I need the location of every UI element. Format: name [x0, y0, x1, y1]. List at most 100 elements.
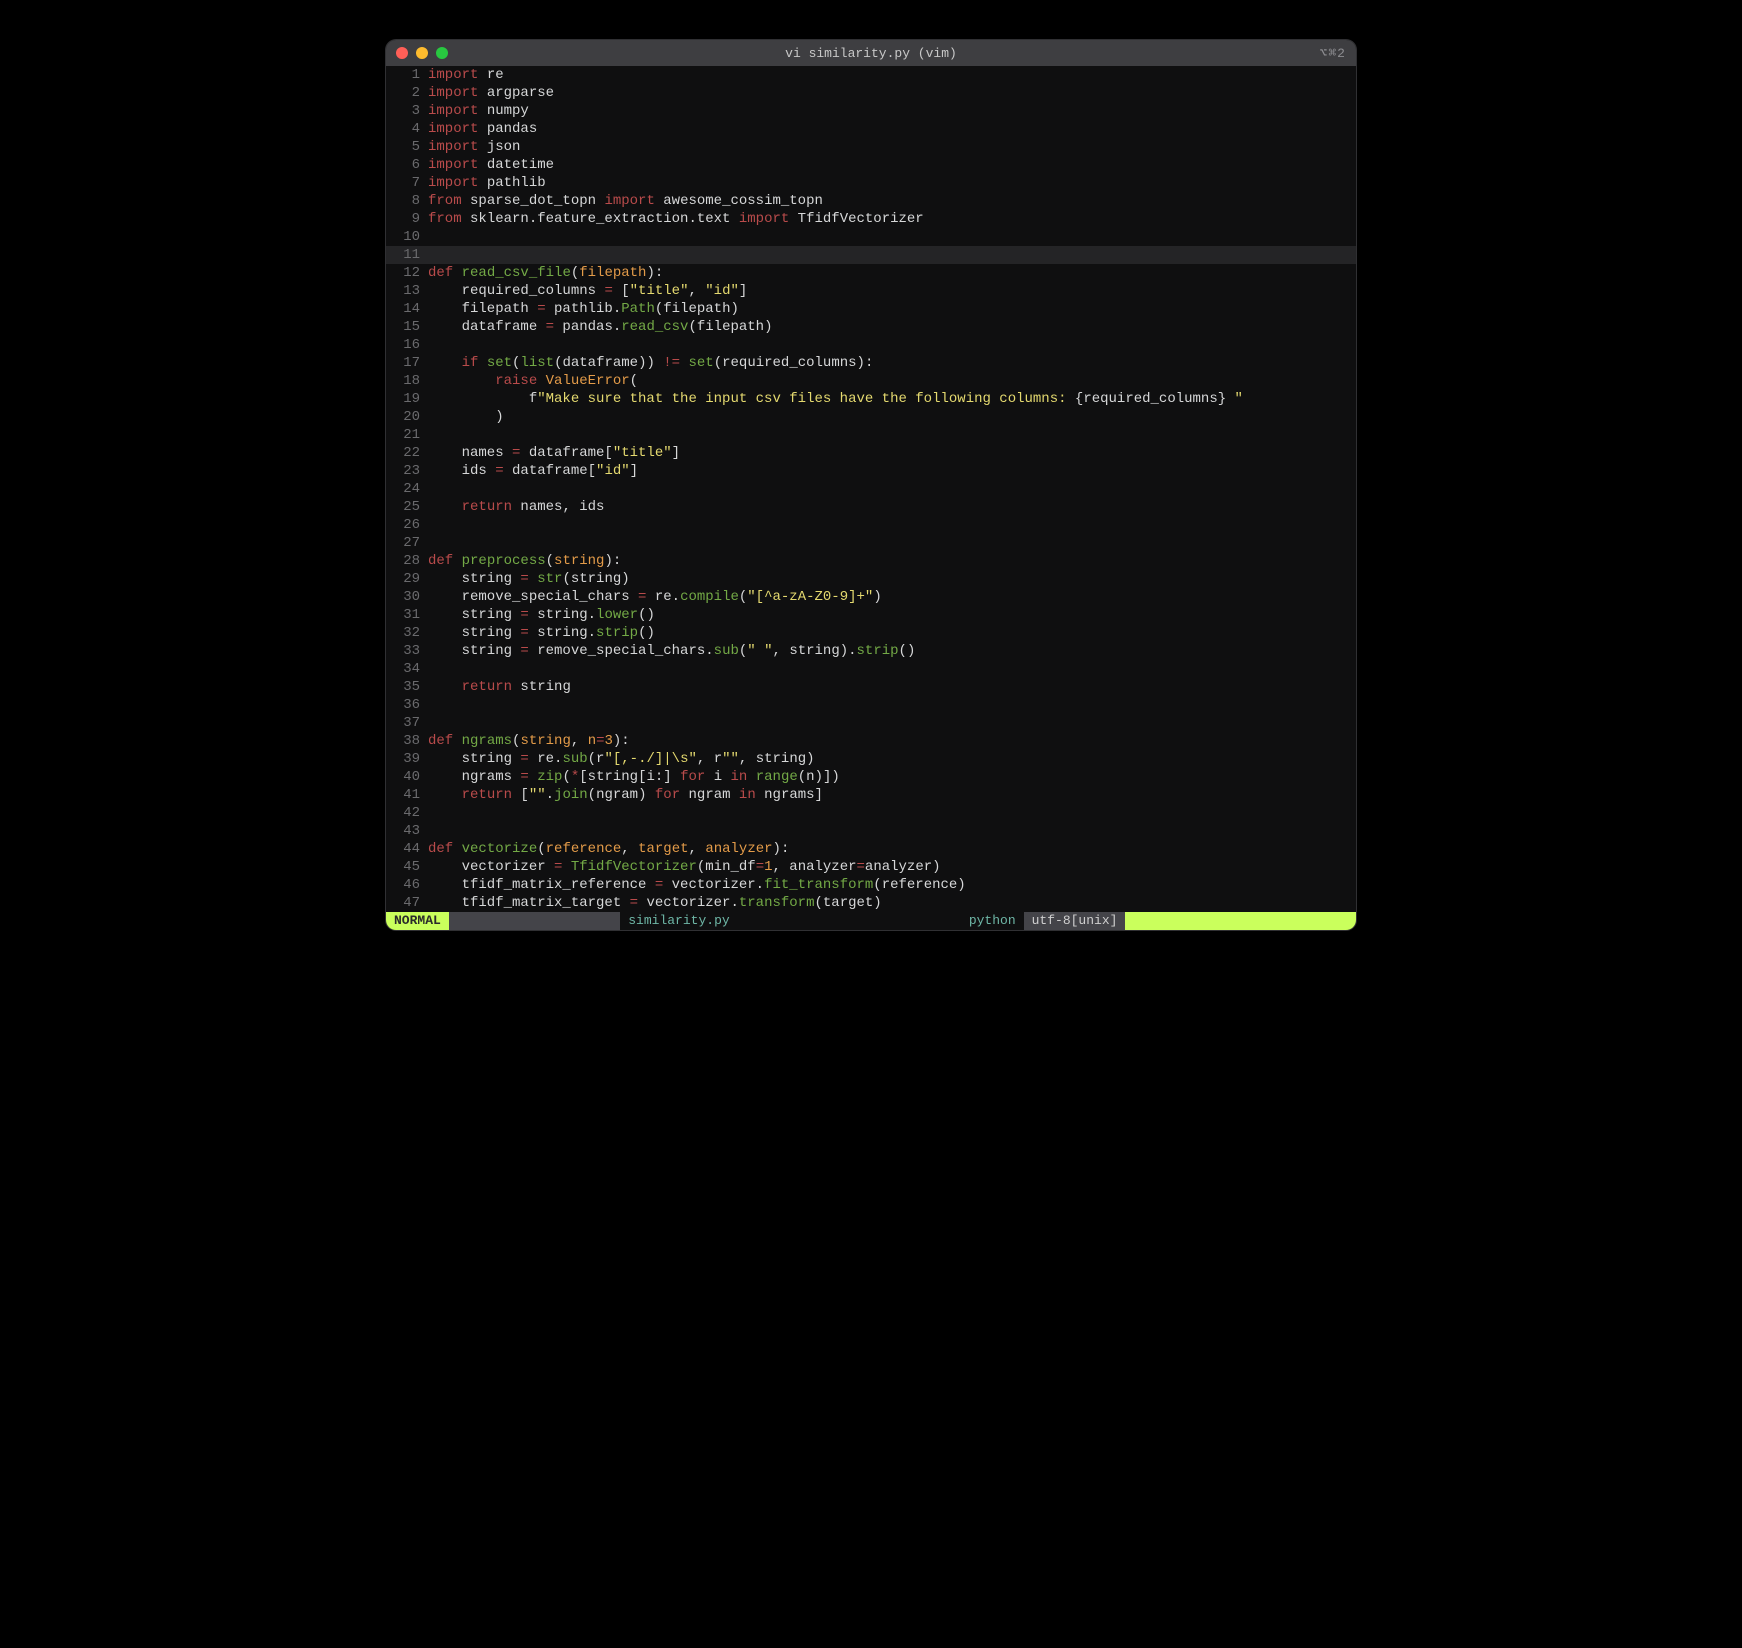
line-number: 24 — [386, 480, 428, 498]
vim-mode: NORMAL — [386, 912, 449, 930]
code-line[interactable]: 24 — [386, 480, 1356, 498]
line-number: 6 — [386, 156, 428, 174]
line-number: 44 — [386, 840, 428, 858]
code-line[interactable]: 41 return ["".join(ngram) for ngram in n… — [386, 786, 1356, 804]
code-text: required_columns = ["title", "id"] — [428, 282, 747, 300]
code-line[interactable]: 12def read_csv_file(filepath): — [386, 264, 1356, 282]
code-text: import json — [428, 138, 520, 156]
code-line[interactable]: 37 — [386, 714, 1356, 732]
code-line[interactable]: 47 tfidf_matrix_target = vectorizer.tran… — [386, 894, 1356, 912]
terminal-window: vi similarity.py (vim) ⌥⌘2 1import re2im… — [386, 40, 1356, 930]
code-line[interactable]: 15 dataframe = pandas.read_csv(filepath) — [386, 318, 1356, 336]
code-line[interactable]: 38def ngrams(string, n=3): — [386, 732, 1356, 750]
code-text: remove_special_chars = re.compile("[^a-z… — [428, 588, 882, 606]
code-line[interactable]: 26 — [386, 516, 1356, 534]
code-line[interactable]: 39 string = re.sub(r"[,-./]|\s", r"", st… — [386, 750, 1356, 768]
minimize-icon[interactable] — [416, 47, 428, 59]
code-line[interactable]: 25 return names, ids — [386, 498, 1356, 516]
code-text: import pandas — [428, 120, 537, 138]
code-line[interactable]: 9from sklearn.feature_extraction.text im… — [386, 210, 1356, 228]
code-line[interactable]: 16 — [386, 336, 1356, 354]
code-line[interactable]: 40 ngrams = zip(*[string[i:] for i in ra… — [386, 768, 1356, 786]
code-line[interactable]: 14 filepath = pathlib.Path(filepath) — [386, 300, 1356, 318]
line-number: 11 — [386, 246, 428, 264]
code-text: filepath = pathlib.Path(filepath) — [428, 300, 739, 318]
code-line[interactable]: 46 tfidf_matrix_reference = vectorizer.f… — [386, 876, 1356, 894]
code-text: import datetime — [428, 156, 554, 174]
code-text: import pathlib — [428, 174, 546, 192]
code-line[interactable]: 13 required_columns = ["title", "id"] — [386, 282, 1356, 300]
code-line[interactable]: 3import numpy — [386, 102, 1356, 120]
code-text: string = re.sub(r"[,-./]|\s", r"", strin… — [428, 750, 815, 768]
code-line[interactable]: 45 vectorizer = TfidfVectorizer(min_df=1… — [386, 858, 1356, 876]
status-filename: similarity.py — [620, 912, 737, 930]
code-line[interactable]: 21 — [386, 426, 1356, 444]
code-line[interactable]: 29 string = str(string) — [386, 570, 1356, 588]
code-text: tfidf_matrix_reference = vectorizer.fit_… — [428, 876, 966, 894]
line-number: 34 — [386, 660, 428, 678]
line-number: 22 — [386, 444, 428, 462]
code-line[interactable]: 20 ) — [386, 408, 1356, 426]
code-line[interactable]: 27 — [386, 534, 1356, 552]
status-bar: NORMAL ⎇ new_version similarity.py pytho… — [386, 912, 1356, 930]
code-line[interactable]: 19 f"Make sure that the input csv files … — [386, 390, 1356, 408]
code-line[interactable]: 1import re — [386, 66, 1356, 84]
code-line[interactable]: 30 remove_special_chars = re.compile("[^… — [386, 588, 1356, 606]
code-line[interactable]: 10 — [386, 228, 1356, 246]
code-text: def vectorize(reference, target, analyze… — [428, 840, 789, 858]
line-number: 46 — [386, 876, 428, 894]
line-number: 27 — [386, 534, 428, 552]
line-number: 42 — [386, 804, 428, 822]
line-number: 45 — [386, 858, 428, 876]
code-line[interactable]: 23 ids = dataframe["id"] — [386, 462, 1356, 480]
line-number: 35 — [386, 678, 428, 696]
code-line[interactable]: 5import json — [386, 138, 1356, 156]
line-number: 38 — [386, 732, 428, 750]
close-icon[interactable] — [396, 47, 408, 59]
titlebar[interactable]: vi similarity.py (vim) ⌥⌘2 — [386, 40, 1356, 66]
code-line[interactable]: 36 — [386, 696, 1356, 714]
code-line[interactable]: 34 — [386, 660, 1356, 678]
code-line[interactable]: 7import pathlib — [386, 174, 1356, 192]
line-number: 41 — [386, 786, 428, 804]
code-line[interactable]: 8from sparse_dot_topn import awesome_cos… — [386, 192, 1356, 210]
code-text: import numpy — [428, 102, 529, 120]
line-number: 9 — [386, 210, 428, 228]
code-line[interactable]: 35 return string — [386, 678, 1356, 696]
code-text: def read_csv_file(filepath): — [428, 264, 663, 282]
line-number: 26 — [386, 516, 428, 534]
code-text: tfidf_matrix_target = vectorizer.transfo… — [428, 894, 882, 912]
code-line[interactable]: 22 names = dataframe["title"] — [386, 444, 1356, 462]
line-number: 43 — [386, 822, 428, 840]
line-number: 15 — [386, 318, 428, 336]
code-text: return string — [428, 678, 571, 696]
code-line[interactable]: 33 string = remove_special_chars.sub(" "… — [386, 642, 1356, 660]
maximize-icon[interactable] — [436, 47, 448, 59]
code-line[interactable]: 32 string = string.strip() — [386, 624, 1356, 642]
code-line[interactable]: 17 if set(list(dataframe)) != set(requir… — [386, 354, 1356, 372]
code-line[interactable]: 28def preprocess(string): — [386, 552, 1356, 570]
code-line[interactable]: 4import pandas — [386, 120, 1356, 138]
code-text: vectorizer = TfidfVectorizer(min_df=1, a… — [428, 858, 941, 876]
editor-viewport[interactable]: 1import re2import argparse3import numpy4… — [386, 66, 1356, 912]
code-line[interactable]: 2import argparse — [386, 84, 1356, 102]
line-number: 25 — [386, 498, 428, 516]
code-line[interactable]: 44def vectorize(reference, target, analy… — [386, 840, 1356, 858]
code-line[interactable]: 43 — [386, 822, 1356, 840]
code-line[interactable]: 42 — [386, 804, 1356, 822]
code-text: string = str(string) — [428, 570, 630, 588]
code-line[interactable]: 6import datetime — [386, 156, 1356, 174]
code-line[interactable]: 31 string = string.lower() — [386, 606, 1356, 624]
code-line[interactable]: 18 raise ValueError( — [386, 372, 1356, 390]
code-text: if set(list(dataframe)) != set(required_… — [428, 354, 873, 372]
line-number: 1 — [386, 66, 428, 84]
code-text: names = dataframe["title"] — [428, 444, 680, 462]
code-text: string = string.strip() — [428, 624, 655, 642]
code-text: string = string.lower() — [428, 606, 655, 624]
line-number: 47 — [386, 894, 428, 912]
code-text: import re — [428, 66, 504, 84]
line-number: 33 — [386, 642, 428, 660]
code-line[interactable]: 11 — [386, 246, 1356, 264]
window-title: vi similarity.py (vim) — [386, 46, 1356, 61]
line-number: 37 — [386, 714, 428, 732]
